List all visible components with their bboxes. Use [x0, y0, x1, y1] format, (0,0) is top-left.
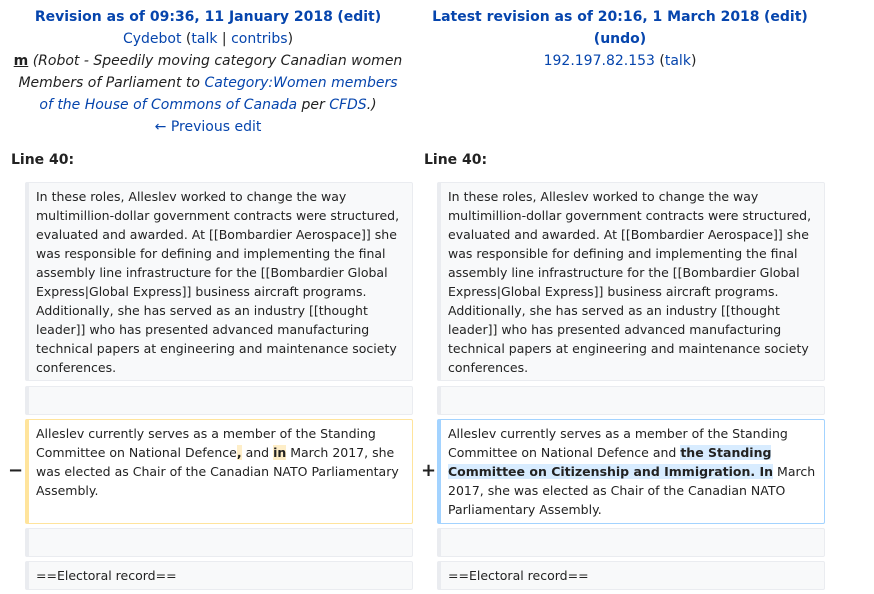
deleted-line-marker: −: [8, 460, 24, 481]
previous-edit-link[interactable]: ← Previous edit: [155, 119, 262, 135]
new-electoral-record-line: ==Electoral record==: [437, 561, 825, 590]
deleted-change: in: [273, 445, 287, 460]
deleted-paragraph: Alleslev currently serves as a member of…: [25, 419, 413, 524]
new-line-number: Line 40:: [424, 152, 488, 168]
new-revision-header: Latest revision as of 20:16, 1 March 201…: [432, 9, 808, 69]
old-contribs-link[interactable]: contribs: [231, 31, 287, 47]
old-talk-link[interactable]: talk: [191, 31, 217, 47]
added-line-marker: +: [421, 460, 437, 481]
old-empty-line: [25, 528, 413, 557]
added-paragraph: Alleslev currently serves as a member of…: [437, 419, 825, 524]
new-user-link[interactable]: 192.197.82.153: [544, 53, 655, 69]
old-edit-link[interactable]: edit: [344, 9, 375, 25]
new-revision-title[interactable]: Latest revision as of 20:16, 1 March 201…: [432, 9, 759, 25]
old-revision-header: Revision as of 09:36, 11 January 2018 (e…: [0, 6, 416, 138]
cfds-link[interactable]: CFDS: [329, 97, 367, 113]
new-empty-line: [437, 386, 825, 415]
minor-edit-marker: m: [13, 53, 29, 69]
old-electoral-record-line: ==Electoral record==: [25, 561, 413, 590]
new-edit-link[interactable]: edit: [770, 9, 801, 25]
old-edit-summary: m (Robot - Speedily moving category Cana…: [13, 53, 403, 113]
old-user-link[interactable]: Cydebot: [123, 31, 182, 47]
new-context-paragraph: In these roles, Alleslev worked to chang…: [437, 182, 825, 381]
undo-link[interactable]: undo: [600, 31, 640, 47]
new-talk-link[interactable]: talk: [665, 53, 691, 69]
old-context-paragraph: In these roles, Alleslev worked to chang…: [25, 182, 413, 381]
new-empty-line: [437, 528, 825, 557]
old-line-number: Line 40:: [11, 152, 75, 168]
old-empty-line: [25, 386, 413, 415]
old-revision-title[interactable]: Revision as of 09:36, 11 January 2018: [35, 9, 333, 25]
